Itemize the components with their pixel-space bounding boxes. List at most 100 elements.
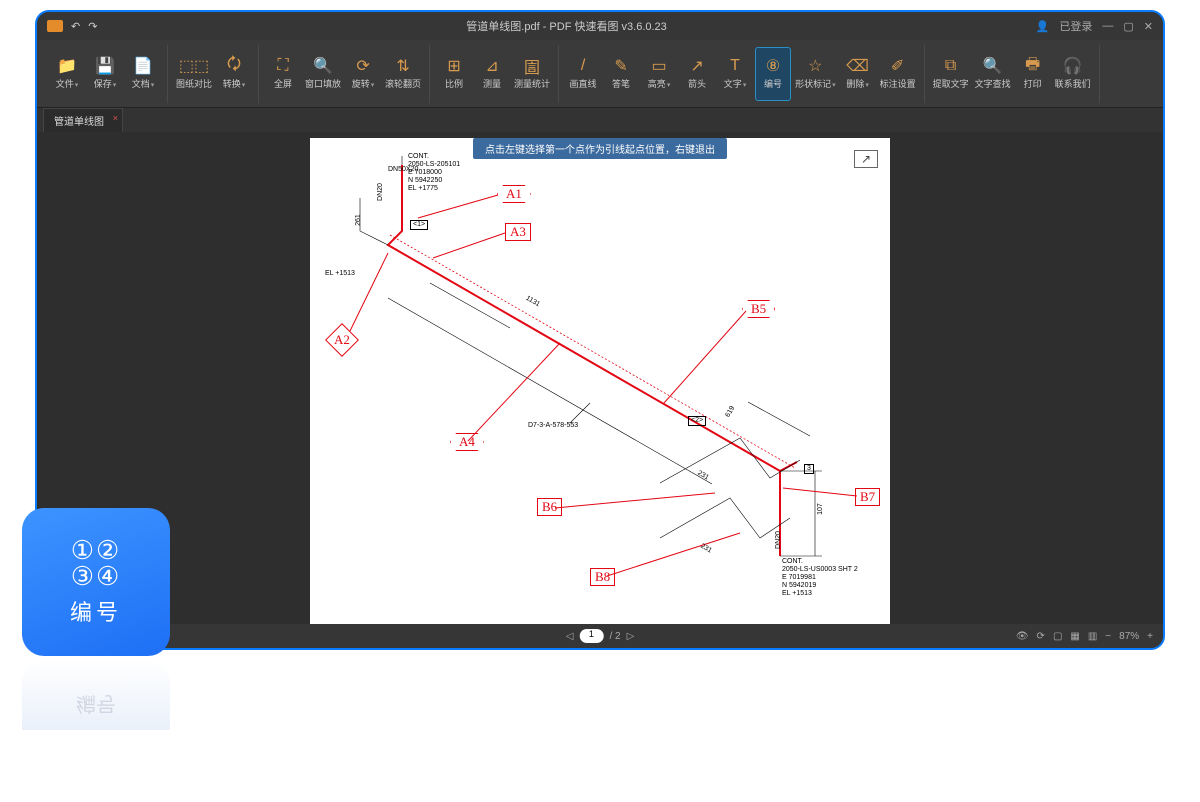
ribbon-提取文字[interactable]: ⧉提取文字 [931,47,971,101]
pipe-size-dn50: DN50X20 [388,166,418,174]
node-3: 3 [804,464,814,474]
view-fit-icon[interactable]: ▢ [1053,631,1062,642]
app-logo-icon [47,20,63,32]
ribbon-测量统计[interactable]: 圁测量统计 [512,47,552,101]
文字查找-icon: 🔍 [984,57,1002,75]
提取文字-icon: ⧉ [942,57,960,75]
minimize-button[interactable]: — [1102,20,1113,32]
测量-icon: ⊿ [483,57,501,75]
pipe-dn20-top: DN20 [377,183,385,201]
annotation-b5[interactable]: B5 [742,300,775,318]
maximize-button[interactable]: ▢ [1123,20,1133,33]
联系我们-icon: 🎧 [1064,57,1082,75]
窗口填放-icon: 🔍 [314,57,332,75]
ribbon-文档[interactable]: 📄文档 [125,47,161,101]
zoom-out-button[interactable]: − [1105,631,1111,642]
答笔-icon: ✎ [612,57,630,75]
page-next-button[interactable]: ▷ [627,631,635,642]
ribbon-比例[interactable]: ⊞比例 [436,47,472,101]
滚轮翻页-icon: ⇅ [394,57,412,75]
ribbon-高亮[interactable]: ▭高亮 [641,47,677,101]
ribbon-文件[interactable]: 📁文件 [49,47,85,101]
ribbon-窗口填放[interactable]: 🔍窗口填放 [303,47,343,101]
ribbon-画直线[interactable]: /画直线 [565,47,601,101]
tab-close-icon[interactable]: × [113,113,118,123]
annotation-b6[interactable]: B6 [537,498,562,516]
旋转-icon: ⟳ [354,57,372,75]
文字-icon: T [726,57,744,75]
dim-107: 107 [817,503,825,515]
ribbon-删除[interactable]: ⌫删除 [840,47,876,101]
node-1: <1> [410,220,428,230]
zoom-in-button[interactable]: + [1147,631,1153,642]
ribbon-形状标记[interactable]: ☆形状标记 [793,47,838,101]
instruction-hint: 点击左键选择第一个点作为引线起点位置，右键退出 [473,138,727,159]
page-number-input[interactable]: 1 [579,629,603,643]
比例-icon: ⊞ [445,57,463,75]
文件-icon: 📁 [58,57,76,75]
titlebar: ↶ ↷ 管道单线图.pdf - PDF 快速看图 v3.6.0.23 👤 已登录… [37,12,1163,40]
annotation-a4[interactable]: A4 [450,433,484,451]
箭头-icon: ↗ [688,57,706,75]
workspace: 点击左键选择第一个点作为引线起点位置，右键退出 ↗ [37,132,1163,624]
piping-drawing: CONT. 2050-LS-205101 E 7018000 N 5942250… [310,138,890,628]
标注设置-icon: ✐ [889,57,907,75]
ribbon-编号[interactable]: ⑧编号 [755,47,791,101]
annotation-a3[interactable]: A3 [505,223,531,241]
user-icon[interactable]: 👤 [1036,20,1050,33]
高亮-icon: ▭ [650,57,668,75]
statusbar: 页未设置测量比例 ◁ 1 / 2 ▷ 👁 ⟳ ▢ ▦ ▥ − 87% + [37,624,1163,648]
view-rotate-icon[interactable]: ⟳ [1037,631,1045,642]
保存-icon: 💾 [96,57,114,75]
annotation-b7[interactable]: B7 [855,488,880,506]
numbering-icon-reflection: 编号 [22,660,170,730]
numbering-feature-icon: ①② ③④ 编号 [22,508,170,656]
node-2: <2> [688,416,706,426]
ribbon-保存[interactable]: 💾保存 [87,47,123,101]
ribbon-文字查找[interactable]: 🔍文字查找 [973,47,1013,101]
形状标记-icon: ☆ [806,57,824,75]
ribbon-图纸对比[interactable]: ⬚⬚图纸对比 [174,47,214,101]
测量统计-icon: 圁 [523,57,541,75]
document-page[interactable]: ↗ [310,138,890,628]
view-single-icon[interactable]: ▦ [1070,631,1079,642]
ribbon-全屏[interactable]: ⛶全屏 [265,47,301,101]
annotation-a1[interactable]: A1 [497,185,531,203]
page-total: / 2 [609,631,620,642]
app-window: ↶ ↷ 管道单线图.pdf - PDF 快速看图 v3.6.0.23 👤 已登录… [35,10,1165,650]
elevation-label: EL +1513 [325,270,355,278]
删除-icon: ⌫ [849,57,867,75]
编号-icon: ⑧ [764,57,782,75]
view-double-icon[interactable]: ▥ [1088,631,1097,642]
annotation-b8[interactable]: B8 [590,568,615,586]
close-button[interactable]: ✕ [1144,20,1153,33]
ribbon-联系我们[interactable]: 🎧联系我们 [1053,47,1093,101]
continuation-note-2: CONT. 2050-LS-US0003 SHT 2 E 7019981 N 5… [782,558,858,598]
view-eye-icon[interactable]: 👁 [1016,631,1029,642]
画直线-icon: / [574,57,592,75]
ribbon-滚轮翻页[interactable]: ⇅滚轮翻页 [383,47,423,101]
window-title: 管道单线图.pdf - PDF 快速看图 v3.6.0.23 [97,18,1035,34]
全屏-icon: ⛶ [274,57,292,75]
文档-icon: 📄 [134,57,152,75]
ribbon-箭头[interactable]: ↗箭头 [679,47,715,101]
tag-label: D7-3-A-578-553 [528,422,578,430]
ribbon-旋转[interactable]: ⟳旋转 [345,47,381,101]
打印-icon: 🖶 [1024,57,1042,75]
ribbon-打印[interactable]: 🖶打印 [1015,47,1051,101]
ribbon-答笔[interactable]: ✎答笔 [603,47,639,101]
ribbon-测量[interactable]: ⊿测量 [474,47,510,101]
dim-261: 261 [355,214,363,226]
document-tab[interactable]: 管道单线图 × [43,108,123,132]
redo-button[interactable]: ↷ [88,20,97,33]
图纸对比-icon: ⬚⬚ [185,57,203,75]
pipe-dn20-bot: DN20 [775,531,783,549]
ribbon-标注设置[interactable]: ✐标注设置 [878,47,918,101]
转换-icon: 🗘 [225,57,243,75]
page-prev-button[interactable]: ◁ [566,631,574,642]
ribbon-转换[interactable]: 🗘转换 [216,47,252,101]
tab-label: 管道单线图 [54,117,104,128]
ribbon-文字[interactable]: T文字 [717,47,753,101]
undo-button[interactable]: ↶ [71,20,80,33]
ribbon-toolbar: 📁文件💾保存📄文档 ⬚⬚图纸对比🗘转换 ⛶全屏🔍窗口填放⟳旋转⇅滚轮翻页 ⊞比例⊿测量… [37,40,1163,108]
